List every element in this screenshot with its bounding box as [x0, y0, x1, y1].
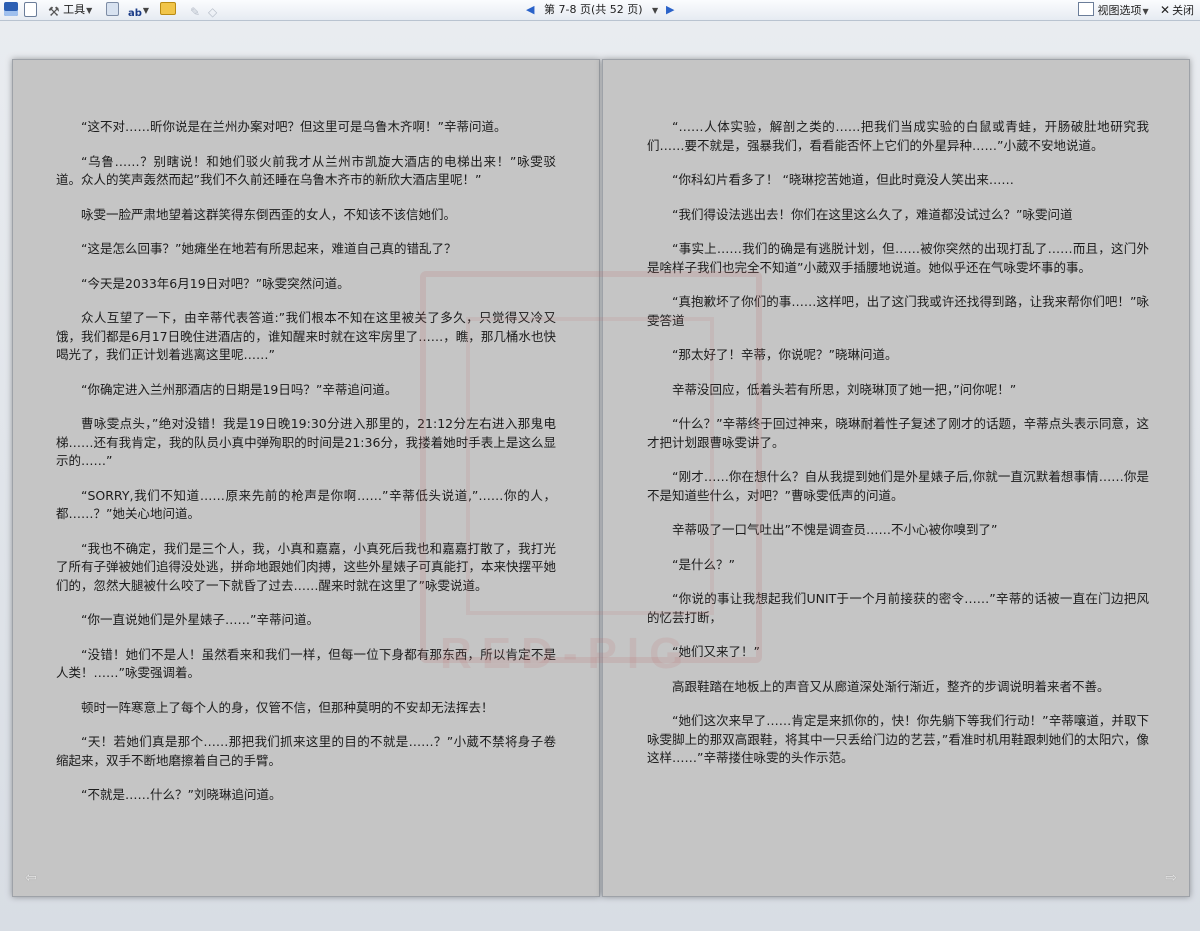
paragraph: “她们又来了！” [672, 644, 760, 659]
view-options-button[interactable]: 视图选项▼ [1078, 2, 1149, 18]
paragraph: 辛蒂吸了一口气吐出”不愧是调查员……不小心被你嗅到了” [672, 522, 998, 537]
chevron-down-icon: ▼ [652, 6, 659, 15]
paragraph: “什么？”辛蒂终于回过神来，晓琳耐着性子复述了刚才的话题，辛蒂点头表示同意，这才… [647, 416, 1149, 450]
chevron-down-icon: ▼ [1142, 7, 1149, 16]
paragraph: “你说的事让我想起我们UNIT于一个月前接获的密令……”辛蒂的话被一直在门边把风… [647, 591, 1149, 625]
previous-page-button[interactable]: ◀ [526, 2, 534, 18]
paragraph: 咏雯一脸严肃地望着这群笑得东倒西歪的女人，不知该不该信她们。 [81, 206, 457, 222]
track-changes-button[interactable] [106, 2, 119, 18]
paragraph: “是什么？” [672, 556, 735, 572]
paragraph: 辛蒂没回应，低着头若有所思，刘晓琳顶了她一把，”问你呢！” [672, 381, 1017, 397]
tools-icon: ⚒ [48, 5, 60, 20]
page-indicator[interactable]: 第 7-8 页(共 52 页) ▼ [544, 2, 658, 18]
comment-button[interactable]: ✎ [190, 2, 201, 19]
paragraph: “SORRY,我们不知道……原来先前的枪声是你啊……”辛蒂低头说道,”……你的人… [56, 487, 556, 522]
paragraph: “她们这次来早了……肯定是来抓你的，快！你先躺下等我们行动！”辛蒂嚷道，并取下咏… [647, 713, 1149, 765]
paragraph: “你确定进入兰州那酒店的日期是19日吗？”辛蒂追问道。 [81, 381, 398, 397]
comment-icon: ✎ [190, 5, 201, 19]
paragraph: “……人体实验，解剖之类的……把我们当成实验的白鼠或青蛙，开肠破肚地研究我们……… [647, 119, 1149, 153]
paragraph: “事实上……我们的确是有逃脱计划，但……被你突然的出现打乱了……而且，这门外是啥… [647, 241, 1149, 275]
paragraph: “你科幻片看多了！ “晓琳挖苦她道，但此时竟没人笑出来…… [672, 172, 1014, 187]
next-page-button[interactable]: ▶ [666, 2, 674, 18]
tools-label: 工具 [63, 3, 86, 16]
highlight-button[interactable]: ab▼ [128, 2, 150, 25]
close-button[interactable]: ✕ 关闭 [1160, 2, 1194, 18]
left-page-text: “这不对……昕你说是在兰州办案对吧？但这里可是乌鲁木齐啊！”辛蒂问道。 “乌鲁……… [56, 118, 556, 821]
paragraph: “你一直说她们是外星婊子……”辛蒂问道。 [81, 612, 319, 627]
reading-toolbar: ⚒ 工具▼ ab▼ ✎ ◇ ◀ 第 7-8 页(共 52 页) ▼ ▶ 视图选项… [0, 0, 1200, 25]
tools-menu-button[interactable]: ⚒ 工具▼ [48, 2, 93, 20]
reading-area: “这不对……昕你说是在兰州办案对吧？但这里可是乌鲁木齐啊！”辛蒂问道。 “乌鲁……… [0, 21, 1200, 931]
previous-page-arrow-icon[interactable]: ⇦ [25, 870, 37, 886]
paragraph: “今天是2033年6月19日对吧？”咏雯突然问道。 [81, 275, 350, 291]
view-options-icon [1078, 2, 1094, 16]
close-icon: ✕ [1160, 3, 1171, 17]
track-changes-icon [106, 2, 119, 16]
close-label: 关闭 [1172, 4, 1195, 17]
folder-button[interactable] [160, 2, 176, 18]
paragraph: 顿时一阵寒意上了每个人的身，仅管不信，但那种莫明的不安却无法挥去！ [81, 699, 494, 715]
right-page: “……人体实验，解剖之类的……把我们当成实验的白鼠或青蛙，开肠破肚地研究我们……… [602, 59, 1190, 897]
save-button[interactable] [4, 2, 18, 18]
paragraph: 高跟鞋踏在地板上的声音又从廊道深处渐行渐近，整齐的步调说明着来者不善。 [672, 678, 1110, 694]
paragraph: “乌鲁……？别瞎说！和她们驳火前我才从兰州市凯旋大酒店的电梯出来！”咏雯驳道。众… [56, 153, 556, 188]
folder-icon [160, 2, 176, 15]
arrow-right-icon: ▶ [666, 3, 675, 16]
paragraph: “这是怎么回事？”她瘫坐在地若有所思起来，难道自己真的错乱了？ [81, 241, 457, 256]
paragraph: 曹咏雯点头，”绝对没错！我是19日晚19:30分进入那里的，21:12分左右进入… [56, 416, 556, 468]
left-page: “这不对……昕你说是在兰州办案对吧？但这里可是乌鲁木齐啊！”辛蒂问道。 “乌鲁……… [12, 59, 600, 897]
paragraph: “我们得设法逃出去！你们在这里这么久了，难道都没试过么？”咏雯问道 [672, 206, 1073, 222]
paragraph: “没错！她们不是人！虽然看来和我们一样，但每一位下身都有那东西，所以肯定不是人类… [56, 646, 556, 681]
page-info-label: 第 7-8 页(共 52 页) [544, 3, 643, 16]
paragraph: “我也不确定，我们是三个人，我，小真和嘉嘉，小真死后我也和嘉嘉打散了，我打光了所… [56, 540, 557, 593]
view-options-label: 视图选项 [1097, 4, 1142, 17]
print-preview-button[interactable] [24, 2, 37, 18]
chevron-down-icon: ▼ [86, 6, 93, 15]
eraser-button[interactable]: ◇ [208, 2, 218, 19]
right-page-text: “……人体实验，解剖之类的……把我们当成实验的白鼠或青蛙，开肠破肚地研究我们……… [647, 118, 1149, 784]
paragraph: “天！若她们真是那个……那把我们抓来这里的目的不就是……？”小葳不禁将身子卷缩起… [56, 734, 556, 768]
save-icon [4, 2, 18, 16]
paragraph: “真抱歉坏了你们的事……这样吧，出了这门我或许还找得到路，让我来帮你们吧！”咏雯… [647, 294, 1149, 328]
paragraph: “那太好了！辛蒂，你说呢？”晓琳问道。 [672, 347, 898, 362]
paragraph: “这不对……昕你说是在兰州办案对吧？但这里可是乌鲁木齐啊！”辛蒂问道。 [81, 119, 507, 134]
next-page-arrow-icon[interactable]: ⇨ [1165, 870, 1177, 886]
arrow-left-icon: ◀ [526, 3, 535, 16]
paragraph: 众人互望了一下，由辛蒂代表答道:”我们根本不知在这里被关了多久，只觉得又冷又饿，… [56, 310, 556, 362]
paragraph: “不就是……什么？”刘晓琳追问道。 [81, 787, 282, 802]
page-icon [24, 2, 37, 17]
eraser-icon: ◇ [208, 5, 218, 19]
chevron-down-icon: ▼ [142, 6, 150, 15]
paragraph: “刚才……你在想什么？自从我提到她们是外星婊子后,你就一直沉默着想事情……你是不… [647, 469, 1149, 503]
